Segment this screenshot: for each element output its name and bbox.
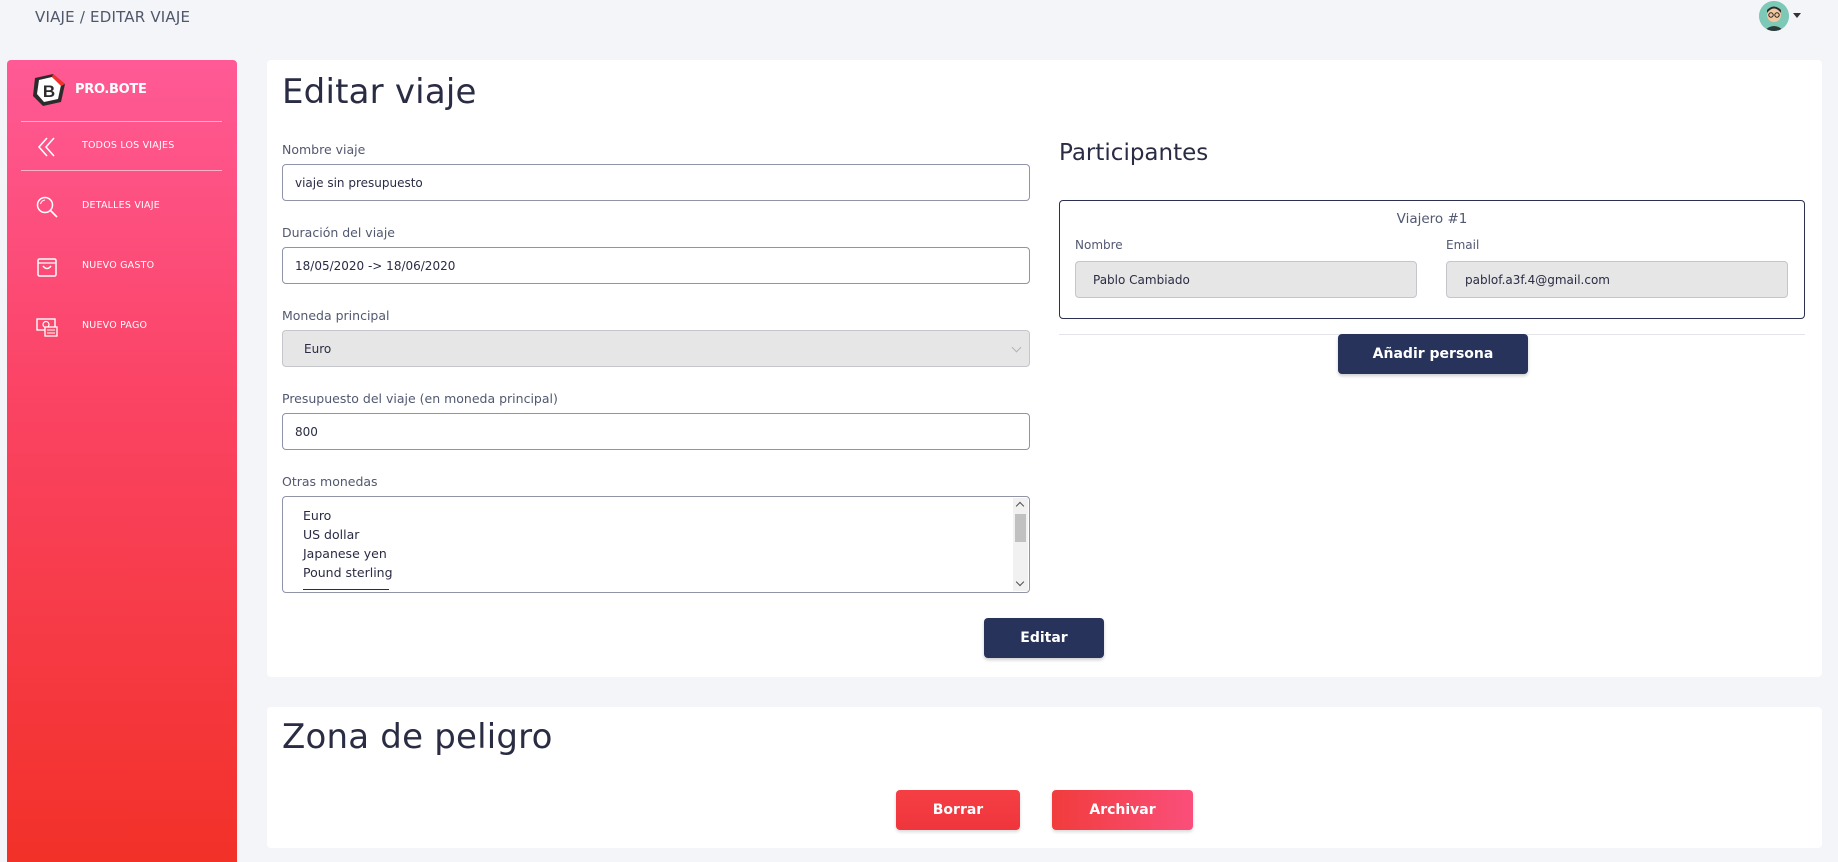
sidebar-item-label: DETALLES VIAJE bbox=[82, 200, 160, 211]
shopping-bag-icon bbox=[37, 258, 57, 277]
currency-option[interactable]: US dollar bbox=[303, 527, 359, 542]
delete-button[interactable]: Borrar bbox=[896, 790, 1020, 830]
danger-zone-title: Zona de peligro bbox=[282, 717, 553, 757]
page-title: Editar viaje bbox=[282, 72, 477, 112]
other-currencies-listbox[interactable]: Euro US dollar Japanese yen Pound sterli… bbox=[282, 496, 1030, 593]
add-person-button[interactable]: Añadir persona bbox=[1338, 334, 1528, 374]
chevron-down-icon bbox=[1011, 342, 1022, 353]
top-bar: VIAJE / EDITAR VIAJE bbox=[0, 0, 1838, 44]
svg-text:B: B bbox=[43, 82, 55, 101]
trip-name-input[interactable]: viaje sin presupuesto bbox=[282, 164, 1030, 201]
currency-option[interactable]: Euro bbox=[303, 508, 331, 523]
chevrons-left-icon bbox=[37, 137, 55, 157]
partial-option-indicator bbox=[303, 589, 389, 590]
avatar-icon bbox=[1759, 1, 1789, 31]
sidebar-divider bbox=[21, 170, 222, 171]
trip-name-value: viaje sin presupuesto bbox=[295, 176, 423, 190]
main-currency-label: Moneda principal bbox=[282, 308, 390, 323]
traveler-email-label: Email bbox=[1446, 238, 1480, 252]
user-avatar[interactable] bbox=[1759, 1, 1789, 31]
currency-option[interactable]: Japanese yen bbox=[303, 546, 387, 561]
sidebar-item-label: NUEVO PAGO bbox=[82, 320, 148, 331]
main-currency-value: Euro bbox=[304, 342, 332, 356]
listbox-scrollbar[interactable] bbox=[1013, 498, 1028, 591]
brand-logo-icon: B bbox=[33, 74, 65, 106]
currency-option[interactable]: Pound sterling bbox=[303, 565, 393, 580]
participants-title: Participantes bbox=[1059, 140, 1209, 166]
trip-duration-value: 18/05/2020 -> 18/06/2020 bbox=[295, 259, 456, 273]
scrollbar-thumb[interactable] bbox=[1015, 514, 1026, 542]
edit-submit-button[interactable]: Editar bbox=[984, 618, 1104, 658]
traveler-email-input[interactable]: pablof.a3f.4@gmail.com bbox=[1446, 261, 1788, 298]
sidebar-item-new-expense[interactable]: NUEVO GASTO bbox=[21, 247, 222, 287]
main-currency-select[interactable]: Euro bbox=[282, 330, 1030, 367]
sidebar-divider bbox=[21, 121, 222, 122]
scroll-down-icon[interactable] bbox=[1015, 577, 1025, 587]
breadcrumb: VIAJE / EDITAR VIAJE bbox=[35, 8, 191, 26]
trip-name-label: Nombre viaje bbox=[282, 142, 366, 157]
other-currencies-label: Otras monedas bbox=[282, 474, 378, 489]
sidebar: B PRO.BOTE TODOS LOS VIAJES DETALLES VIA… bbox=[7, 60, 237, 862]
sidebar-item-label: TODOS LOS VIAJES bbox=[82, 140, 175, 151]
edit-trip-card: Editar viaje Nombre viaje viaje sin pres… bbox=[267, 60, 1822, 677]
scroll-up-icon[interactable] bbox=[1015, 501, 1025, 511]
sidebar-item-new-payment[interactable]: NUEVO PAGO bbox=[21, 307, 222, 347]
user-menu-caret-icon[interactable] bbox=[1793, 13, 1801, 18]
traveler-name-value: Pablo Cambiado bbox=[1093, 273, 1190, 287]
traveler-name-label: Nombre bbox=[1075, 238, 1123, 252]
budget-label: Presupuesto del viaje (en moneda princip… bbox=[282, 391, 558, 406]
search-icon bbox=[36, 196, 58, 218]
archive-button[interactable]: Archivar bbox=[1052, 790, 1193, 830]
sidebar-item-label: NUEVO GASTO bbox=[82, 260, 155, 271]
budget-input[interactable]: 800 bbox=[282, 413, 1030, 450]
trip-duration-label: Duración del viaje bbox=[282, 225, 396, 240]
traveler-card: Viajero #1 Nombre Pablo Cambiado Email p… bbox=[1059, 200, 1805, 319]
sidebar-item-all-trips[interactable]: TODOS LOS VIAJES bbox=[21, 127, 222, 167]
brand-name: PRO.BOTE bbox=[75, 82, 147, 97]
budget-value: 800 bbox=[295, 425, 318, 439]
money-icon bbox=[36, 318, 58, 337]
traveler-name-input[interactable]: Pablo Cambiado bbox=[1075, 261, 1417, 298]
sidebar-item-trip-details[interactable]: DETALLES VIAJE bbox=[21, 187, 222, 227]
brand[interactable]: B PRO.BOTE bbox=[31, 72, 221, 106]
trip-duration-input[interactable]: 18/05/2020 -> 18/06/2020 bbox=[282, 247, 1030, 284]
danger-zone-card: Zona de peligro Borrar Archivar bbox=[267, 707, 1822, 848]
traveler-email-value: pablof.a3f.4@gmail.com bbox=[1465, 273, 1610, 287]
traveler-title: Viajero #1 bbox=[1396, 211, 1468, 227]
